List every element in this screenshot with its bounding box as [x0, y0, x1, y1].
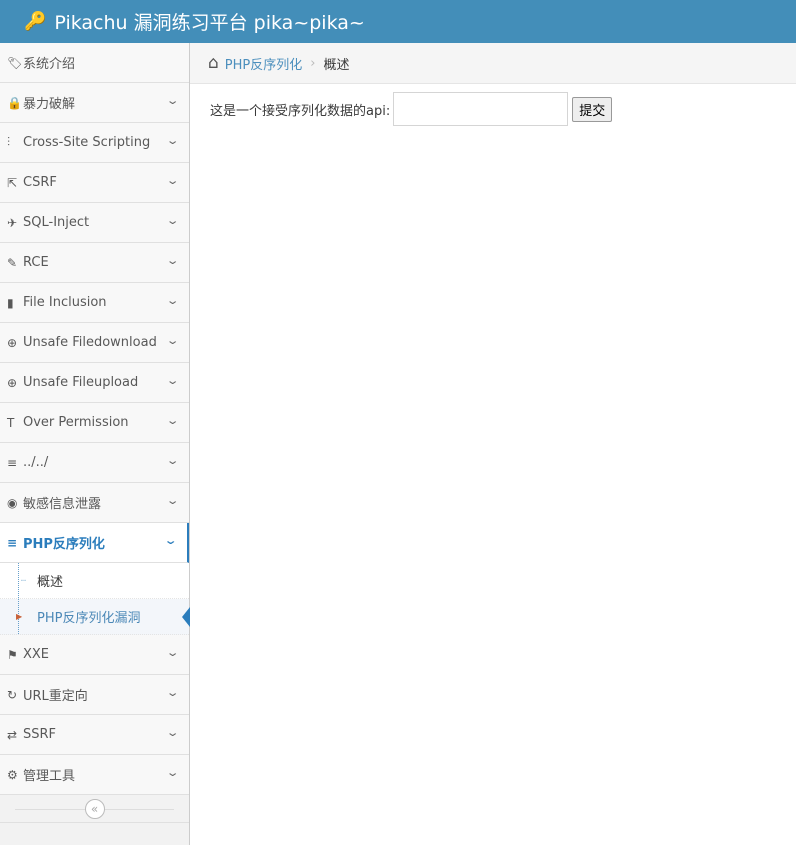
sidebar-item-label: RCE — [23, 255, 49, 270]
menu-icon: ⊕ — [7, 375, 18, 390]
sidebar-item-label: CSRF — [23, 175, 57, 190]
sidebar-item-label: 暴力破解 — [23, 97, 76, 112]
sidebar-item-label: File Inclusion — [23, 295, 107, 310]
sidebar-item[interactable]: ⫶ Cross-Site Scripting ⌄ — [0, 123, 189, 163]
sidebar-item[interactable]: ▮ File Inclusion ⌄ — [0, 283, 189, 323]
dash-icon: ┈ — [21, 576, 26, 585]
sidebar-item[interactable]: ✎ RCE ⌄ — [0, 243, 189, 283]
submenu-label: PHP反序列化漏洞 — [37, 611, 141, 626]
api-label: 这是一个接受序列化数据的api: — [210, 103, 391, 119]
home-icon[interactable]: ⌂ — [208, 53, 219, 73]
menu-icon: ⚙ — [7, 767, 18, 782]
sidebar-item[interactable]: ⚑ XXE ⌄ — [0, 635, 189, 675]
chevron-down-icon: ⌄ — [165, 686, 180, 699]
breadcrumb-parent[interactable]: PHP反序列化 — [225, 54, 302, 73]
submenu-label: 概述 — [37, 575, 64, 590]
sidebar-item[interactable]: ↻ URL重定向 ⌄ — [0, 675, 189, 715]
sidebar-item[interactable]: 🏷 系统介绍 — [0, 43, 189, 83]
chevron-down-icon: ⌄ — [165, 294, 180, 307]
chevron-down-icon: ⌄ — [165, 94, 180, 107]
sidebar-item-label: XXE — [23, 647, 50, 662]
sidebar-item-label: Over Permission — [23, 415, 129, 430]
sidebar-item-label: Unsafe Fileupload — [23, 375, 139, 390]
breadcrumb: ⌂ PHP反序列化 › 概述 — [190, 43, 796, 84]
menu-icon: ✎ — [7, 255, 18, 270]
chevron-down-icon: ⌄ — [163, 534, 178, 547]
sidebar-item[interactable]: ⊕ Unsafe Fileupload ⌄ — [0, 363, 189, 403]
menu-icon: ⇱ — [7, 175, 18, 190]
chevron-down-icon: ⌄ — [165, 414, 180, 427]
sidebar-item[interactable]: T Over Permission ⌄ — [0, 403, 189, 443]
sidebar-item[interactable]: 🔒 暴力破解 ⌄ — [0, 83, 189, 123]
sidebar-item[interactable]: ≡ PHP反序列化 ⌄ — [0, 523, 189, 563]
double-chevron-left-icon[interactable]: « — [84, 798, 105, 819]
menu-icon: ≡ — [7, 455, 18, 470]
sidebar-item-label: SQL-Inject — [23, 215, 90, 230]
sidebar-item-label: Unsafe Filedownload — [23, 335, 157, 350]
sidebar-item-label: Cross-Site Scripting — [23, 135, 151, 150]
menu-icon: ▮ — [7, 295, 14, 310]
sidebar-item[interactable]: ◉ 敏感信息泄露 ⌄ — [0, 483, 189, 523]
submit-button[interactable]: 提交 — [572, 96, 613, 122]
app-title: Pikachu 漏洞练习平台 pika~pika~ — [54, 12, 365, 34]
chevron-down-icon: ⌄ — [165, 494, 180, 507]
sidebar-item[interactable]: ⇄ SSRF ⌄ — [0, 715, 189, 755]
chevron-down-icon: ⌄ — [165, 214, 180, 227]
menu-icon: 🔒 — [7, 95, 22, 110]
key-icon: 🔑 — [24, 11, 47, 32]
caret-right-icon: ▶ — [16, 612, 23, 621]
sidebar-item[interactable]: ⇱ CSRF ⌄ — [0, 163, 189, 203]
menu-icon: ↻ — [7, 687, 18, 702]
chevron-down-icon: ⌄ — [165, 454, 180, 467]
menu-icon: 🏷 — [7, 55, 23, 70]
sidebar-item[interactable]: ≡ ../../ ⌄ — [0, 443, 189, 483]
chevron-down-icon: ⌄ — [165, 134, 180, 147]
chevron-down-icon: ⌄ — [165, 334, 180, 347]
main-form: 这是一个接受序列化数据的api: 提交 — [210, 92, 613, 126]
sidebar-item-label: 系统介绍 — [23, 57, 76, 72]
sidebar-item-label: SSRF — [23, 727, 57, 742]
serialized-data-input[interactable] — [393, 92, 569, 126]
menu-icon: T — [7, 415, 15, 430]
sidebar-item-label: ../../ — [23, 455, 49, 470]
menu-icon: ⚑ — [7, 647, 18, 662]
submenu-item[interactable]: ┈ 概述 — [0, 563, 189, 599]
sidebar: 🏷 系统介绍 🔒 暴力破解 ⌄ ⫶ Cross-Site Scripting ⌄ ⇱ CSRF ⌄ ✈… — [0, 43, 190, 845]
sidebar-item-label: 敏感信息泄露 — [23, 497, 102, 512]
breadcrumb-current: 概述 — [323, 57, 350, 73]
sidebar-item-label: PHP反序列化 — [23, 537, 105, 552]
chevron-down-icon: ⌄ — [165, 254, 180, 267]
menu-icon: ✈ — [7, 215, 18, 230]
menu-icon: ≡ — [7, 535, 18, 550]
chevron-down-icon: ⌄ — [165, 766, 180, 779]
chevron-down-icon: ⌄ — [165, 174, 180, 187]
breadcrumb-separator-icon: › — [310, 55, 316, 71]
sidebar-item[interactable]: ✈ SQL-Inject ⌄ — [0, 203, 189, 243]
chevron-down-icon: ⌄ — [165, 374, 180, 387]
menu-icon: ⫶ — [7, 135, 11, 149]
sidebar-item-label: 管理工具 — [23, 769, 76, 784]
menu-icon: ⇄ — [7, 727, 18, 742]
app-header: 🔑 Pikachu 漏洞练习平台 pika~pika~ — [0, 0, 796, 43]
sidebar-item-label: URL重定向 — [23, 689, 88, 704]
chevron-down-icon: ⌄ — [165, 726, 180, 739]
sidebar-collapse: « — [0, 795, 189, 823]
sidebar-item[interactable]: ⚙ 管理工具 ⌄ — [0, 755, 189, 795]
menu-icon: ◉ — [7, 495, 18, 510]
sidebar-item[interactable]: ⊕ Unsafe Filedownload ⌄ — [0, 323, 189, 363]
submenu-item[interactable]: ▶ PHP反序列化漏洞 — [0, 599, 190, 635]
chevron-down-icon: ⌄ — [165, 646, 180, 659]
menu-icon: ⊕ — [7, 335, 18, 350]
